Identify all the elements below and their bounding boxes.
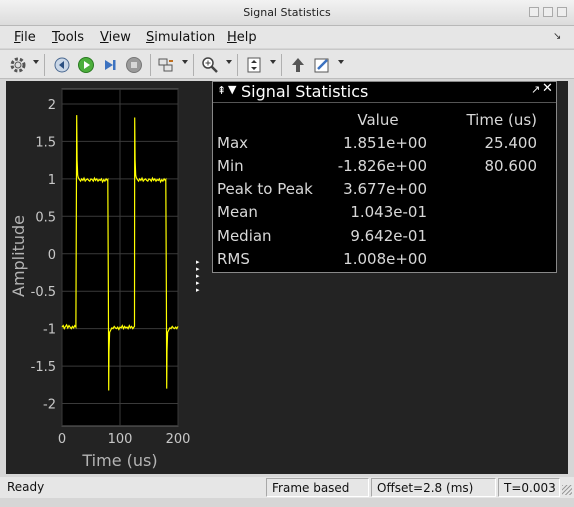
measurements-icon[interactable] <box>312 55 332 75</box>
y-tick-label: -0.5 <box>31 285 56 300</box>
toolbar-separator <box>281 54 282 76</box>
y-tick-label: 1.5 <box>35 135 56 150</box>
y-axis-label: Amplitude <box>9 215 28 297</box>
stat-time <box>427 178 537 201</box>
table-row: Peak to Peak 3.677e+00 <box>217 178 537 201</box>
stat-value: 1.008e+00 <box>343 249 427 268</box>
x-tick-label: 200 <box>166 432 191 447</box>
panel-title: Signal Statistics <box>241 82 369 101</box>
expand-panel-icon[interactable]: ▸ ▸ ▸ ▸ ▸ <box>196 259 200 294</box>
status-time: T=0.003 <box>498 478 560 497</box>
stat-name: Peak to Peak <box>217 180 313 199</box>
toolbar-separator <box>237 54 238 76</box>
toolbar-separator <box>44 54 45 76</box>
step-back-icon[interactable] <box>52 55 72 75</box>
signal-selector-icon[interactable] <box>156 55 176 75</box>
title-bar: Signal Statistics <box>0 0 574 26</box>
y-tick-label: 0.5 <box>35 210 56 225</box>
column-header-value: Value <box>357 110 399 129</box>
scale-axes-dropdown-icon[interactable] <box>270 60 276 64</box>
table-header-row: Value Time (us) <box>217 108 537 131</box>
stat-name: RMS <box>217 249 250 268</box>
undock-panel-icon[interactable]: ↗ <box>531 83 540 96</box>
toolbar-separator <box>150 54 151 76</box>
collapse-icon[interactable]: ▼ <box>228 83 236 96</box>
stat-name: Max <box>217 133 249 152</box>
status-offset: Offset=2.8 (ms) <box>371 478 496 497</box>
y-tick-label: -1.5 <box>31 360 56 375</box>
stat-name: Mean <box>217 203 258 222</box>
toolbar-separator <box>193 54 194 76</box>
toolbar <box>0 49 574 79</box>
menu-bar: File Tools View Simulation Help ↘ <box>0 26 574 48</box>
stat-value: 3.677e+00 <box>343 180 427 199</box>
pin-icon[interactable]: ⇞ <box>217 84 226 97</box>
run-icon[interactable] <box>76 55 96 75</box>
gear-dropdown-icon[interactable] <box>33 60 39 64</box>
stop-icon[interactable] <box>124 55 144 75</box>
menu-simulation[interactable]: Simulation <box>146 30 215 45</box>
menu-tools[interactable]: Tools <box>52 30 84 45</box>
x-tick-label: 0 <box>58 432 66 447</box>
triggers-icon[interactable] <box>288 55 308 75</box>
undock-icon[interactable]: ↘ <box>553 31 561 42</box>
stat-value: -1.826e+00 <box>337 156 427 175</box>
signal-selector-dropdown-icon[interactable] <box>182 60 188 64</box>
status-bar: Ready Frame based Offset=2.8 (ms) T=0.00… <box>0 477 574 498</box>
signal-statistics-panel: ⇞ ▼ Signal Statistics ↗ ✕ Value Time (us… <box>212 81 557 273</box>
table-row: Min -1.826e+00 80.600 <box>217 154 537 177</box>
step-forward-icon[interactable] <box>100 55 120 75</box>
stat-value: 9.642e-01 <box>350 226 427 245</box>
y-tick-label: 0 <box>48 248 56 263</box>
stat-time <box>427 247 537 270</box>
menu-view[interactable]: View <box>100 30 131 45</box>
resize-grip-icon[interactable] <box>562 485 572 495</box>
zoom-in-icon[interactable] <box>200 55 220 75</box>
table-row: Max 1.851e+00 25.400 <box>217 131 537 154</box>
gear-icon[interactable] <box>8 55 28 75</box>
minimize-button[interactable] <box>529 7 539 17</box>
x-tick-label: 100 <box>108 432 133 447</box>
table-row: Mean 1.043e-01 <box>217 201 537 224</box>
stat-time <box>427 201 537 224</box>
zoom-dropdown-icon[interactable] <box>226 60 232 64</box>
status-state: Ready <box>7 480 45 494</box>
stat-name: Min <box>217 156 244 175</box>
y-tick-label: 2 <box>48 98 56 113</box>
stat-time <box>427 224 537 247</box>
menu-file[interactable]: File <box>14 30 36 45</box>
statistics-table: Value Time (us) Max 1.851e+00 25.400 Min… <box>217 108 537 270</box>
x-axis-label: Time (us) <box>81 451 157 470</box>
y-tick-label: 1 <box>48 173 56 188</box>
menu-help[interactable]: Help <box>227 30 257 45</box>
status-mode: Frame based <box>266 478 369 497</box>
close-button[interactable] <box>557 7 567 17</box>
table-row: RMS 1.008e+00 <box>217 247 537 270</box>
stat-value: 1.851e+00 <box>343 133 427 152</box>
stat-name: Median <box>217 226 272 245</box>
column-header-time: Time (us) <box>466 110 537 129</box>
scale-axes-icon[interactable] <box>244 55 264 75</box>
measurements-dropdown-icon[interactable] <box>338 60 344 64</box>
maximize-button[interactable] <box>543 7 553 17</box>
stat-time: 25.400 <box>484 133 538 152</box>
panel-header: ⇞ ▼ Signal Statistics ↗ ✕ <box>213 81 556 103</box>
y-tick-label: -1 <box>43 323 56 338</box>
close-panel-icon[interactable]: ✕ <box>542 81 553 96</box>
stat-time: 80.600 <box>484 156 538 175</box>
y-tick-label: -2 <box>43 398 56 413</box>
table-row: Median 9.642e-01 <box>217 224 537 247</box>
stat-value: 1.043e-01 <box>350 203 427 222</box>
window-title: Signal Statistics <box>243 6 331 19</box>
